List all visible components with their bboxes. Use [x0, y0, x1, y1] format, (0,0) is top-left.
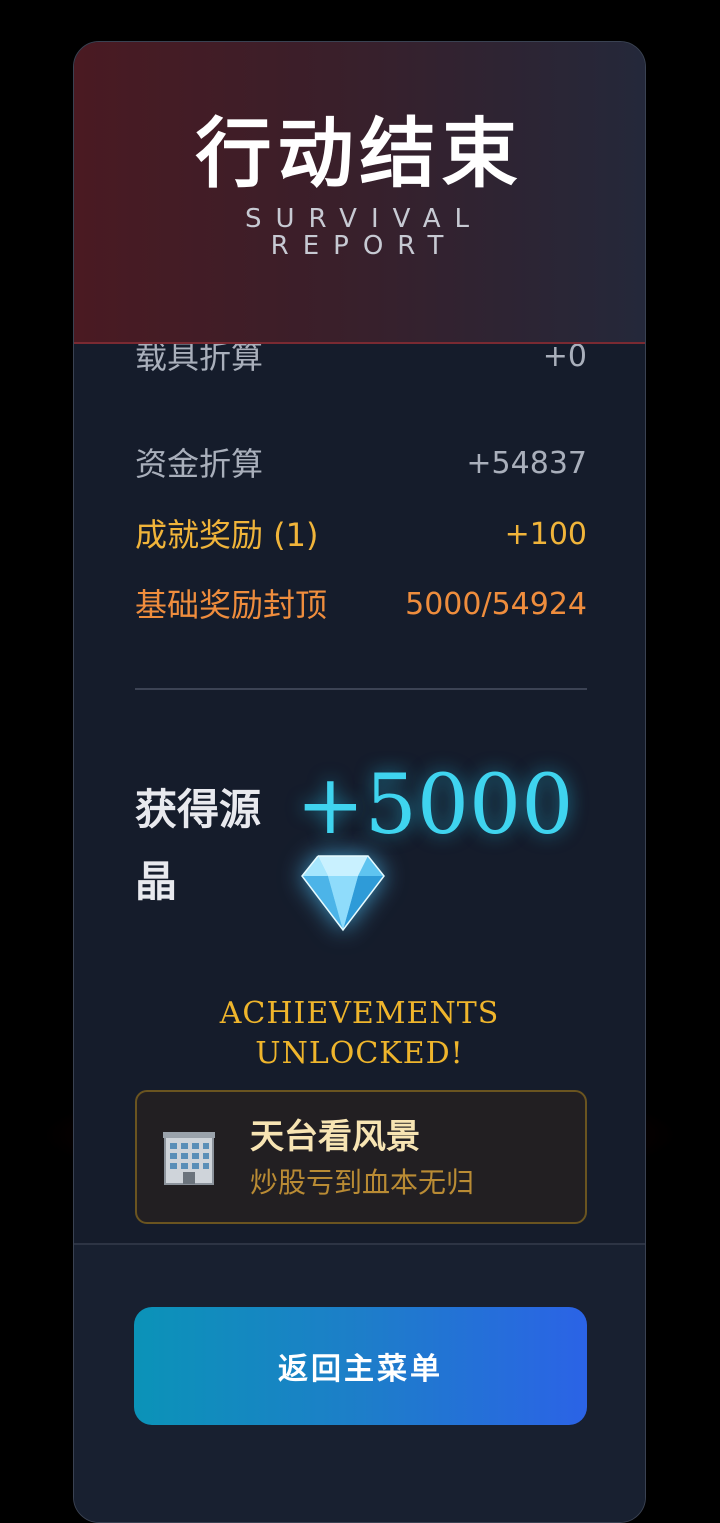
- stat-row-base-cap: 基础奖励封顶 5000/54924: [135, 580, 587, 630]
- section-divider: [135, 688, 587, 690]
- report-scroll-area[interactable]: 载具折算 +0 资金折算 +54837 成就奖励 (1) +100 基础奖励封顶…: [74, 344, 645, 1244]
- stat-label: 资金折算: [135, 445, 264, 483]
- achievement-card: 天台看风景 炒股亏到血本无归: [135, 1090, 587, 1224]
- stat-row-funds: 资金折算 +54837: [135, 439, 587, 489]
- modal-header: 行动结束 SURVIVAL REPORT: [74, 42, 645, 344]
- stat-label: 载具折算: [135, 344, 264, 376]
- stat-value: +0: [542, 344, 587, 374]
- stat-label: 成就奖励 (1): [135, 516, 319, 554]
- achievement-name: 天台看风景: [250, 1117, 420, 1157]
- return-main-menu-button[interactable]: 返回主菜单: [134, 1307, 587, 1425]
- stat-row-achievement-bonus: 成就奖励 (1) +100: [135, 510, 587, 560]
- stat-label: 基础奖励封顶: [135, 586, 328, 624]
- achievements-title-text: ACHIEVEMENTS UNLOCKED!: [219, 996, 500, 1071]
- stat-value: +100: [504, 517, 587, 552]
- stat-row-vehicle: 载具折算 +0: [135, 344, 587, 382]
- gem-icon: [301, 855, 385, 932]
- reward-label: 获得源晶: [135, 785, 262, 906]
- achievements-title: ACHIEVEMENTS UNLOCKED!: [74, 994, 645, 1074]
- achievement-description: 炒股亏到血本无归: [250, 1166, 475, 1199]
- modal-footer: 返回主菜单: [74, 1243, 645, 1522]
- reward-value: +5000: [296, 758, 574, 853]
- modal-title: 行动结束: [195, 109, 524, 198]
- stat-value: +54837: [466, 446, 587, 481]
- modal-subtitle: SURVIVAL REPORT: [244, 204, 484, 261]
- office-building-icon: [163, 1132, 215, 1185]
- stat-value: 5000/54924: [405, 587, 587, 622]
- survival-report-modal: 行动结束 SURVIVAL REPORT 载具折算 +0 资金折算 +54837…: [73, 41, 646, 1523]
